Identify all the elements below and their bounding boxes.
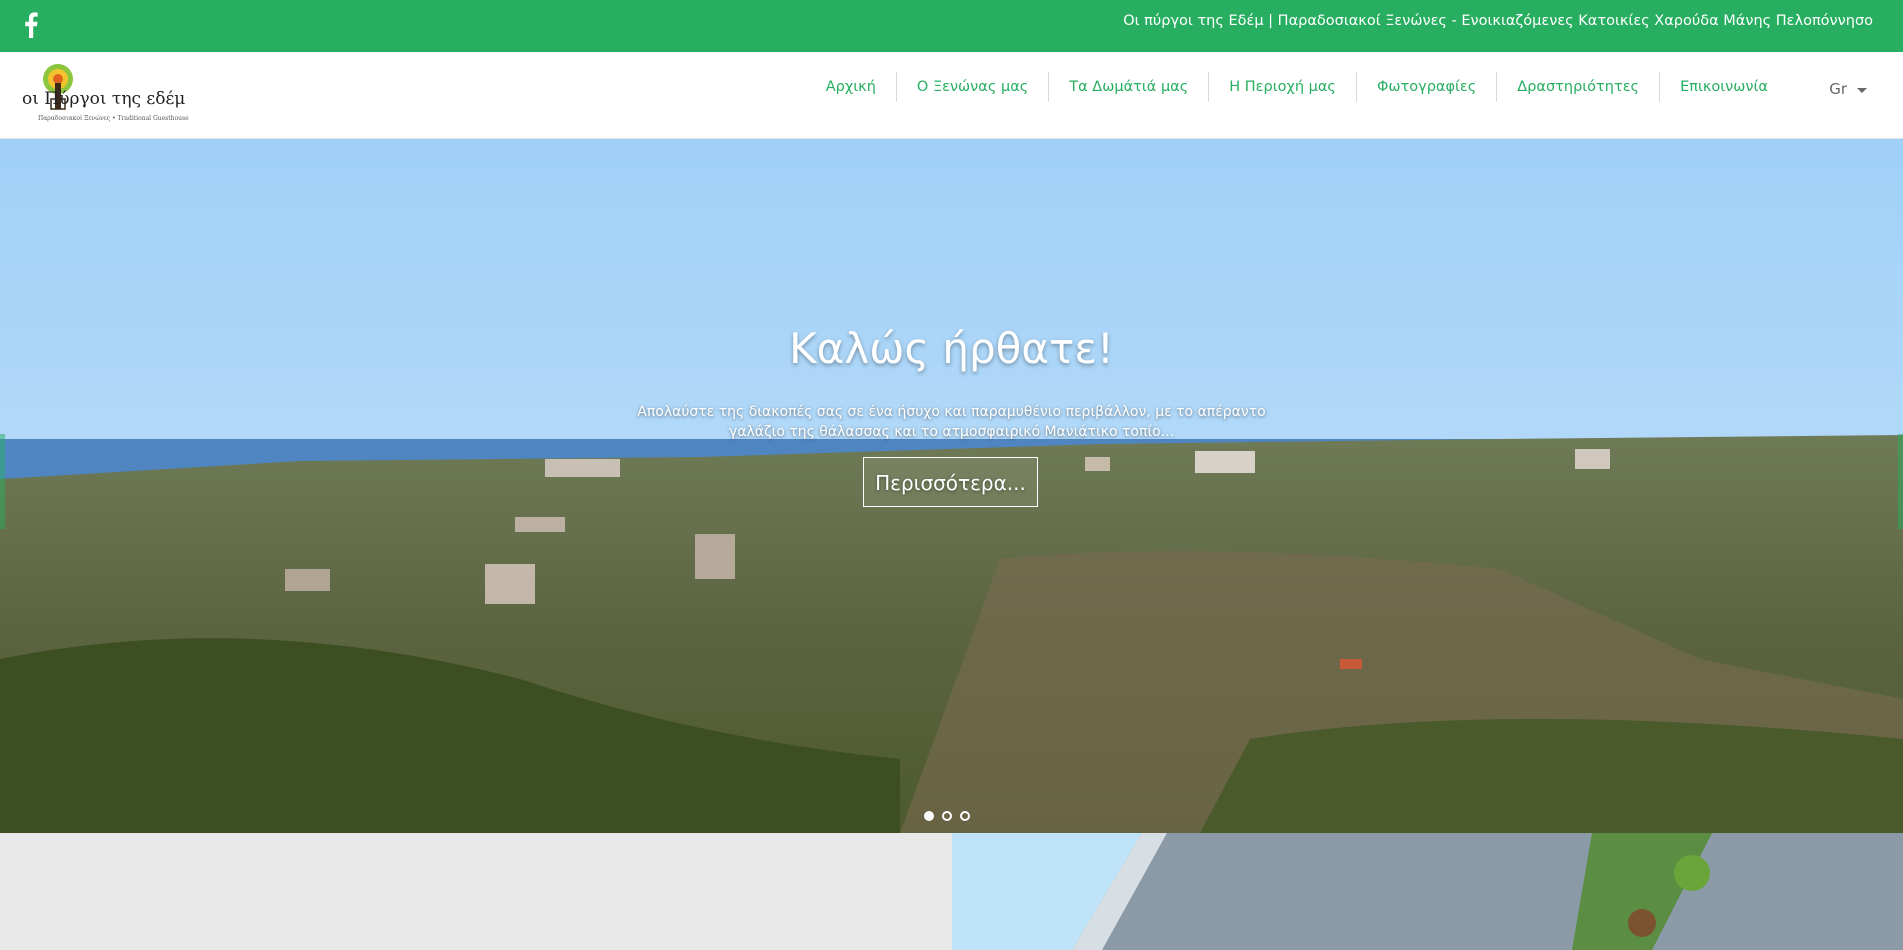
hero-title: Καλώς ήρθατε!: [789, 324, 1114, 373]
site-logo[interactable]: οι Πύργοι της εδέμ Παραδοσιακοί Ξενώνες …: [20, 59, 190, 125]
slider-dot[interactable]: [942, 811, 952, 821]
top-bar: Οι πύργοι της Εδέμ | Παραδοσιακοί Ξενώνε…: [0, 0, 1903, 52]
nav-item-photos[interactable]: Φωτογραφίες: [1355, 72, 1496, 102]
nav-item-guesthouse[interactable]: Ο Ξενώνας μας: [895, 72, 1048, 102]
nav-item-area[interactable]: Η Περιοχή μας: [1208, 72, 1356, 102]
language-label: Gr: [1829, 80, 1847, 98]
content-panel-left: [0, 833, 952, 950]
nav-item-home[interactable]: Αρχική: [806, 72, 896, 102]
hero-slider: Καλώς ήρθατε! Απολαύστε της διακοπές σας…: [0, 139, 1903, 833]
stone-wall-image: [952, 833, 1903, 950]
facebook-icon[interactable]: [24, 12, 38, 38]
nav-item-contact[interactable]: Επικοινωνία: [1659, 72, 1788, 102]
site-header: οι Πύργοι της εδέμ Παραδοσιακοί Ξενώνες …: [0, 52, 1903, 139]
site-tagline: Οι πύργοι της Εδέμ | Παραδοσιακοί Ξενώνε…: [1123, 13, 1873, 29]
slider-prev-edge[interactable]: [0, 434, 5, 529]
more-button[interactable]: Περισσότερα...: [863, 457, 1038, 507]
main-navigation: Αρχική Ο Ξενώνας μας Τα Δωμάτιά μας Η Πε…: [806, 72, 1788, 102]
slider-dot[interactable]: [960, 811, 970, 821]
slider-dot[interactable]: [924, 811, 934, 821]
slider-pagination: [924, 811, 970, 821]
logo-text: οι Πύργοι της εδέμ: [22, 89, 186, 109]
guesthouse-photo: [952, 833, 1903, 950]
hero-description: Απολαύστε της διακοπές σας σε ένα ήσυχο …: [637, 404, 1266, 440]
nav-item-rooms[interactable]: Τα Δωμάτιά μας: [1048, 72, 1208, 102]
logo-subtitle: Παραδοσιακοί Ξενώνες • Traditional Guest…: [38, 115, 189, 122]
chevron-down-icon: [1857, 87, 1867, 93]
slider-next-edge[interactable]: [1898, 434, 1903, 529]
language-selector[interactable]: Gr: [1829, 80, 1867, 98]
nav-item-activities[interactable]: Δραστηριότητες: [1496, 72, 1659, 102]
